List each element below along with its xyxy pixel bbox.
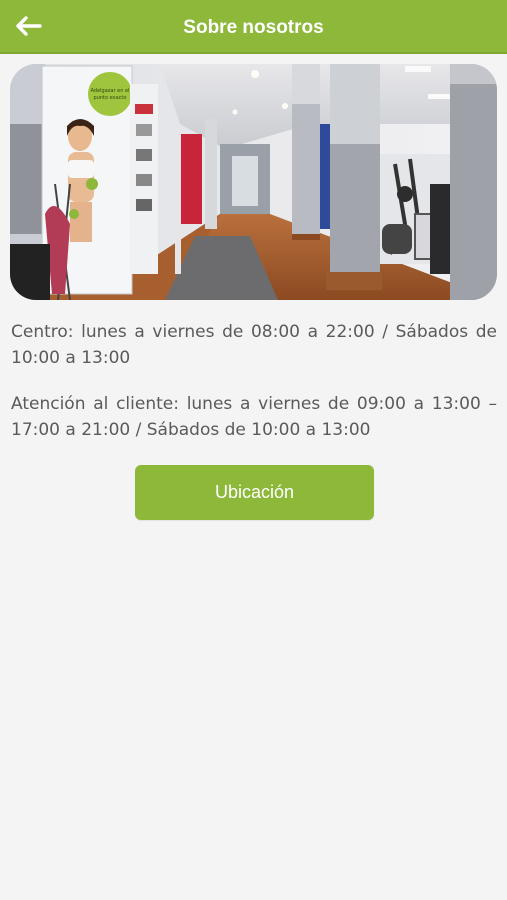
app-header: Sobre nosotros [0,0,507,54]
centro-hours-text: Centro: lunes a viernes de 08:00 a 22:00… [11,322,497,368]
ubicacion-button-label: Ubicación [214,482,295,502]
page-title: Sobre nosotros [183,17,324,38]
svg-text:Adelgazar en el: Adelgazar en el [91,88,130,94]
gym-interior-photo: Adelgazar en el punto exacto [10,64,497,300]
ubicacion-button[interactable]: Ubicación [135,465,374,520]
atencion-hours-text: Atención al cliente: lunes a viernes de … [11,394,497,440]
svg-text:punto exacto: punto exacto [94,95,127,101]
